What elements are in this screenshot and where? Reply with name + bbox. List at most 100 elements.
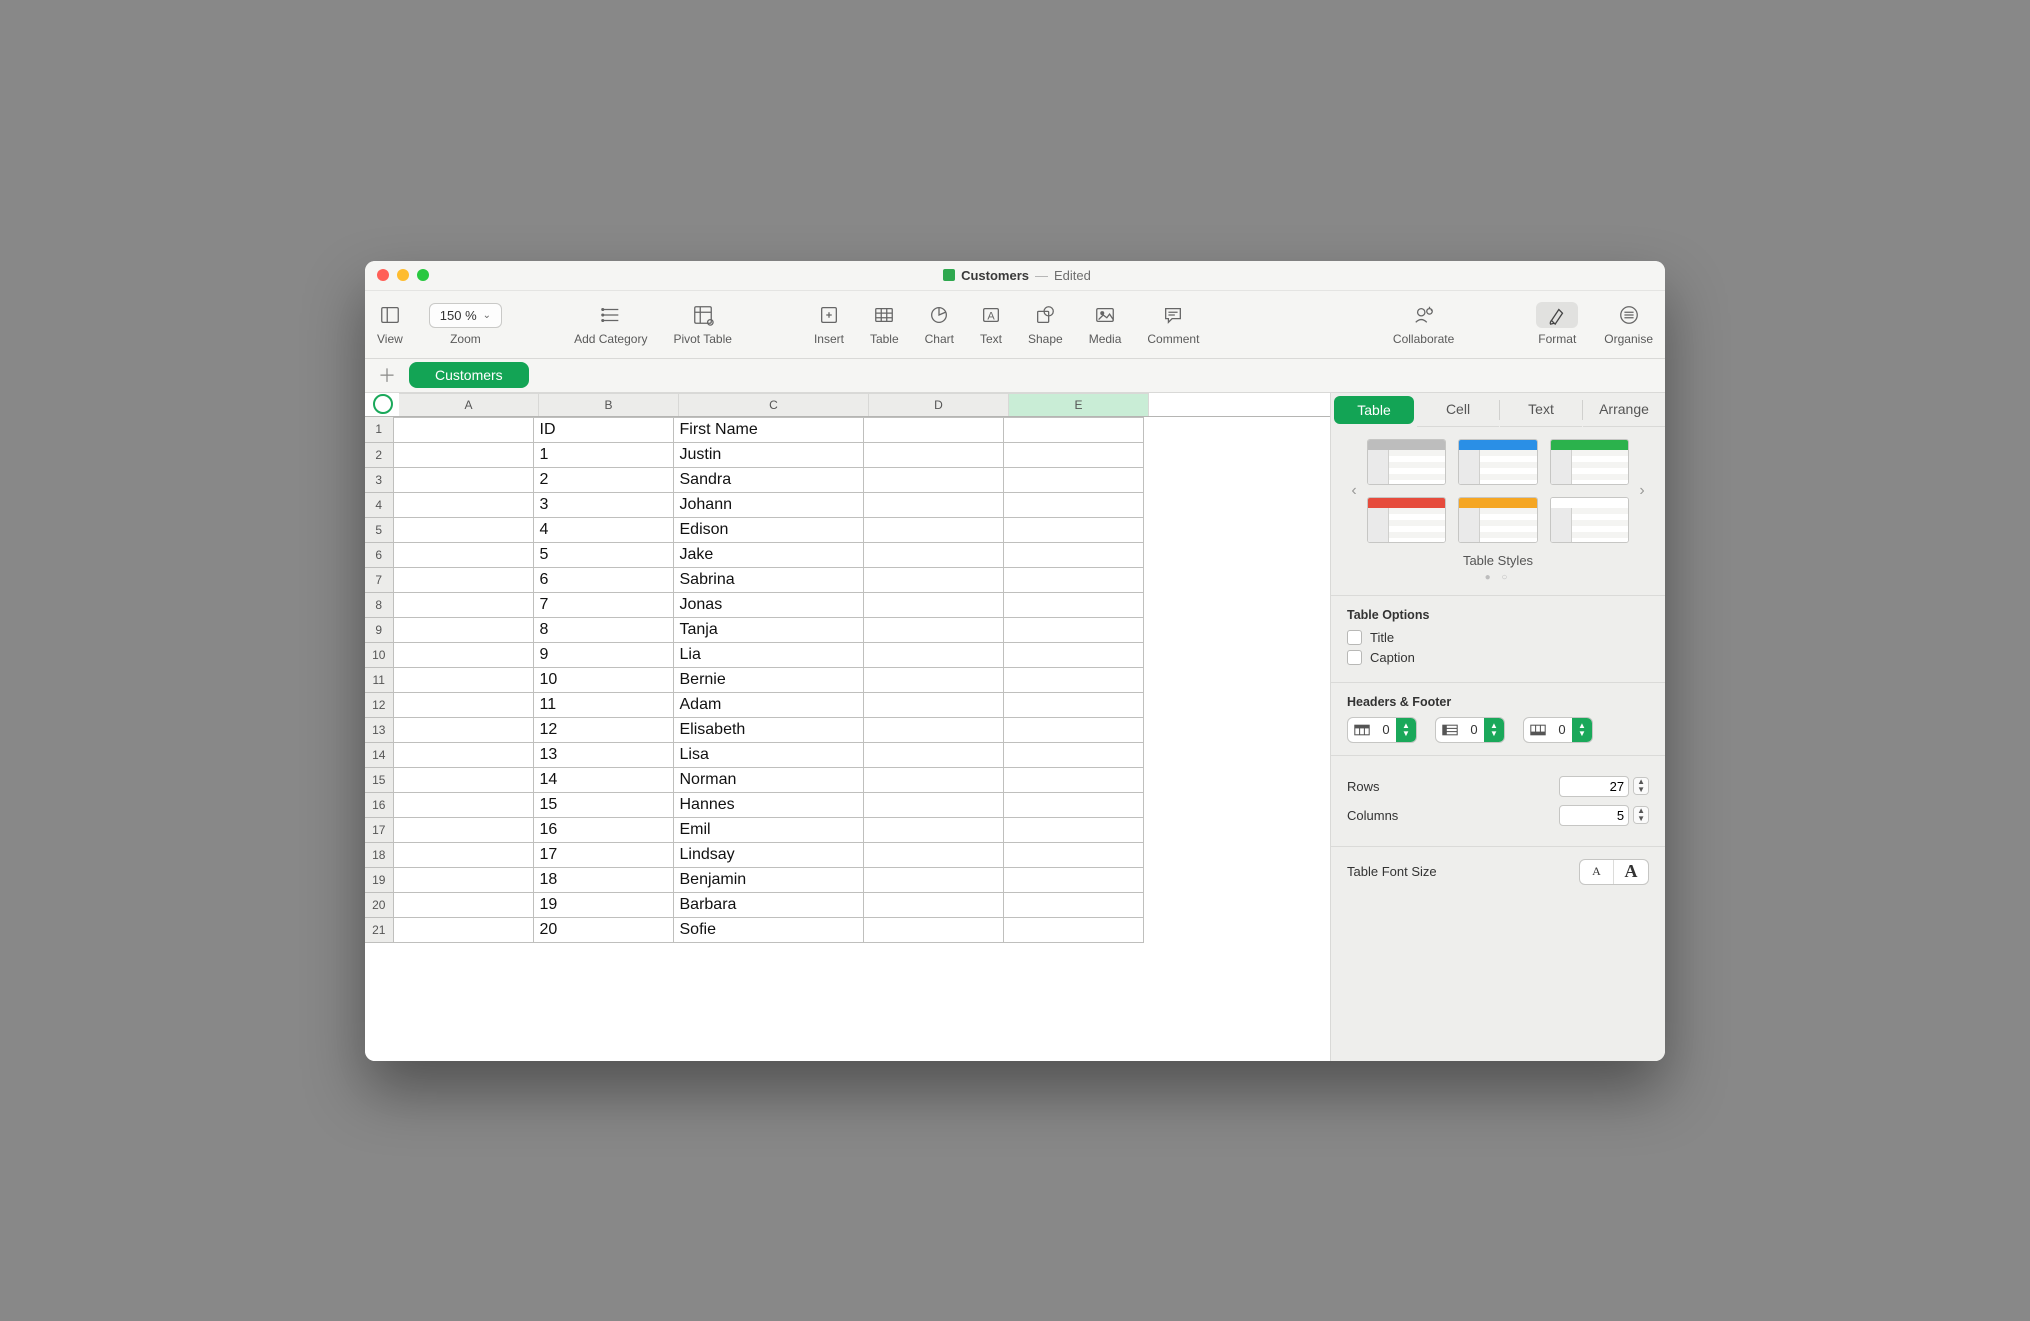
format-button[interactable]: Format xyxy=(1536,302,1578,346)
table-row[interactable]: 87Jonas xyxy=(365,592,1143,617)
row-header[interactable]: 19 xyxy=(365,867,393,892)
cell[interactable]: Jake xyxy=(673,542,863,567)
insert-button[interactable]: Insert xyxy=(814,302,844,346)
cell[interactable] xyxy=(1003,592,1143,617)
cell[interactable] xyxy=(1003,867,1143,892)
cell[interactable]: Tanja xyxy=(673,617,863,642)
cell[interactable] xyxy=(863,642,1003,667)
cell[interactable] xyxy=(1003,917,1143,942)
row-header[interactable]: 10 xyxy=(365,642,393,667)
cell[interactable] xyxy=(1003,442,1143,467)
cell[interactable] xyxy=(863,867,1003,892)
table-row[interactable]: 76Sabrina xyxy=(365,567,1143,592)
table-style-gray[interactable] xyxy=(1367,439,1446,485)
collaborate-button[interactable]: Collaborate xyxy=(1393,302,1454,346)
cell[interactable] xyxy=(863,417,1003,442)
table-row[interactable]: 98Tanja xyxy=(365,617,1143,642)
cell[interactable] xyxy=(863,717,1003,742)
row-header[interactable]: 21 xyxy=(365,917,393,942)
table-grid[interactable]: 1IDFirst Name21Justin32Sandra43Johann54E… xyxy=(365,417,1144,943)
rows-stepper[interactable]: ▲▼ xyxy=(1633,777,1649,795)
cell[interactable]: 14 xyxy=(533,767,673,792)
cell[interactable] xyxy=(1003,542,1143,567)
maximize-button[interactable] xyxy=(417,269,429,281)
cell[interactable]: Norman xyxy=(673,767,863,792)
row-header[interactable]: 15 xyxy=(365,767,393,792)
cell[interactable] xyxy=(1003,742,1143,767)
cell[interactable]: 17 xyxy=(533,842,673,867)
cell[interactable] xyxy=(393,717,533,742)
cell[interactable]: 4 xyxy=(533,517,673,542)
comment-button[interactable]: Comment xyxy=(1147,302,1199,346)
table-row[interactable]: 1413Lisa xyxy=(365,742,1143,767)
cell[interactable] xyxy=(393,492,533,517)
row-header[interactable]: 6 xyxy=(365,542,393,567)
cell[interactable]: 10 xyxy=(533,667,673,692)
row-header[interactable]: 3 xyxy=(365,467,393,492)
row-header[interactable]: 8 xyxy=(365,592,393,617)
cell[interactable] xyxy=(393,442,533,467)
cell[interactable]: 3 xyxy=(533,492,673,517)
table-row[interactable]: 1211Adam xyxy=(365,692,1143,717)
col-header-B[interactable]: B xyxy=(539,393,679,416)
col-header-A[interactable]: A xyxy=(399,393,539,416)
cell[interactable]: 1 xyxy=(533,442,673,467)
cell[interactable] xyxy=(863,842,1003,867)
cell[interactable] xyxy=(1003,692,1143,717)
cell[interactable] xyxy=(393,642,533,667)
cell[interactable] xyxy=(1003,417,1143,442)
table-row[interactable]: 1817Lindsay xyxy=(365,842,1143,867)
cell[interactable] xyxy=(863,467,1003,492)
cell[interactable]: 6 xyxy=(533,567,673,592)
cell[interactable]: Lisa xyxy=(673,742,863,767)
cell[interactable] xyxy=(393,767,533,792)
add-sheet-button[interactable]: ＋ xyxy=(375,363,399,387)
cell[interactable]: Lia xyxy=(673,642,863,667)
font-size-smaller[interactable]: A xyxy=(1580,860,1614,884)
cell[interactable]: Johann xyxy=(673,492,863,517)
row-header[interactable]: 14 xyxy=(365,742,393,767)
cell[interactable] xyxy=(863,692,1003,717)
styles-prev-button[interactable]: ‹ xyxy=(1347,482,1361,500)
table-row[interactable]: 1IDFirst Name xyxy=(365,417,1143,442)
cell[interactable] xyxy=(1003,817,1143,842)
cell[interactable] xyxy=(393,792,533,817)
cell[interactable] xyxy=(393,817,533,842)
table-button[interactable]: Table xyxy=(870,302,899,346)
cell[interactable]: Sandra xyxy=(673,467,863,492)
cell[interactable]: 5 xyxy=(533,542,673,567)
row-header[interactable]: 4 xyxy=(365,492,393,517)
table-row[interactable]: 1918Benjamin xyxy=(365,867,1143,892)
table-style-yellow[interactable] xyxy=(1458,497,1537,543)
view-button[interactable]: View xyxy=(377,302,403,346)
row-header[interactable]: 7 xyxy=(365,567,393,592)
organise-button[interactable]: Organise xyxy=(1604,302,1653,346)
font-size-larger[interactable]: A xyxy=(1614,860,1648,884)
cell[interactable] xyxy=(1003,842,1143,867)
header-cols-stepper[interactable]: 0 ▲▼ xyxy=(1435,717,1505,743)
cols-input[interactable] xyxy=(1559,805,1629,826)
rows-input[interactable] xyxy=(1559,776,1629,797)
caption-checkbox[interactable]: Caption xyxy=(1347,650,1649,665)
table-row[interactable]: 2120Sofie xyxy=(365,917,1143,942)
inspector-tab-table[interactable]: Table xyxy=(1334,396,1414,424)
table-row[interactable]: 1312Elisabeth xyxy=(365,717,1143,742)
cell[interactable] xyxy=(393,617,533,642)
cell[interactable] xyxy=(1003,642,1143,667)
cell[interactable] xyxy=(863,817,1003,842)
cell[interactable]: Edison xyxy=(673,517,863,542)
sheet-tab-customers[interactable]: Customers xyxy=(409,362,529,388)
col-header-C[interactable]: C xyxy=(679,393,869,416)
cell[interactable]: Emil xyxy=(673,817,863,842)
cell[interactable] xyxy=(393,742,533,767)
table-row[interactable]: 1716Emil xyxy=(365,817,1143,842)
header-rows-stepper[interactable]: 0 ▲▼ xyxy=(1347,717,1417,743)
cell[interactable] xyxy=(863,917,1003,942)
table-style-green[interactable] xyxy=(1550,439,1629,485)
cell[interactable]: 11 xyxy=(533,692,673,717)
zoom-button[interactable]: 150 %⌄ Zoom xyxy=(429,302,502,346)
cell[interactable] xyxy=(393,917,533,942)
minimize-button[interactable] xyxy=(397,269,409,281)
row-header[interactable]: 1 xyxy=(365,417,393,442)
table-row[interactable]: 54Edison xyxy=(365,517,1143,542)
